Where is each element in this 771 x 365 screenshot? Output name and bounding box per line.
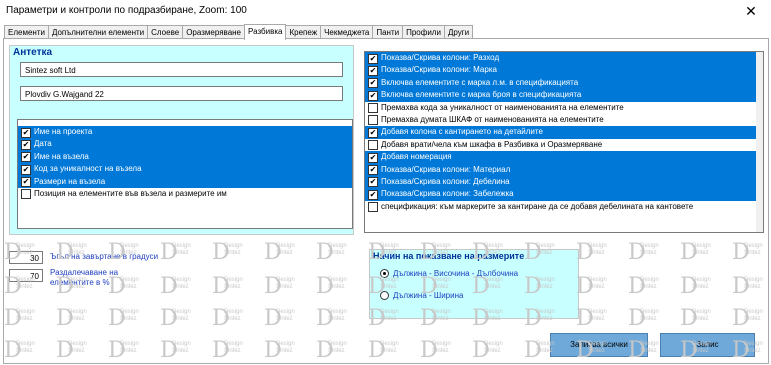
tab-2[interactable]: Слоеве (147, 25, 184, 39)
list-item-label: Показва/Скрива колони: Разход (381, 53, 500, 62)
save-button[interactable]: Запис (660, 333, 755, 357)
company-address-field[interactable]: Plovdiv G.Wajgand 22 (20, 86, 343, 101)
list-item[interactable]: ✔ Показва/Скрива колони: Дебелина (365, 175, 763, 189)
checkbox-checked-icon[interactable]: ✔ (21, 127, 31, 138)
angle-label: Ъгъл на завъртане в градуси (50, 252, 159, 261)
tab-strip: Елементи Допълнителни елементи Слоеве Оразм… (4, 24, 474, 40)
spacing-input[interactable]: 70 (9, 269, 43, 282)
list-item[interactable]: ✔ Име на възела (18, 150, 352, 164)
radio-label: Дължина - Височина - Дълбочина (393, 269, 519, 278)
list-item-label: Включва елементите с марка броя в специф… (381, 90, 582, 100)
checkbox-checked-icon[interactable]: ✔ (368, 177, 378, 188)
list-item-label: Премахва кода за уникалност от наименова… (381, 102, 624, 112)
list-item[interactable]: ✔ Показва/Скрива колони: Марка (365, 64, 763, 77)
list-item[interactable]: ✔ Размери на възела (18, 175, 352, 188)
checkbox-checked-icon[interactable]: ✔ (21, 139, 31, 150)
list-item-label: Добавя врати/чела към шкафа в Разбивка и… (381, 139, 603, 149)
list-item[interactable]: Добавя врати/чела към шкафа в Разбивка и… (365, 139, 763, 151)
list-item[interactable]: Премахва думата ШКАФ от наименованията н… (365, 114, 763, 126)
antetka-header: Антетка (13, 47, 53, 58)
list-item-label: Име на възела (34, 151, 89, 161)
checkbox-checked-icon[interactable]: ✔ (368, 152, 378, 163)
title-bar: Параметри и контроли по подразбиране, Zo… (0, 0, 771, 22)
list-item-label: спецификация: към маркерите за кантиране… (381, 201, 694, 211)
company-name-field[interactable]: Sintez soft Ltd (20, 62, 343, 77)
tab-4[interactable]: Разбивка (244, 24, 287, 40)
list-item-label: Показва/Скрива колони: Забележка (381, 189, 514, 199)
checkbox-checked-icon[interactable]: ✔ (21, 177, 31, 188)
antetka-list[interactable]: ✔ Име на проекта ✔ Дата ✔ Име на възела ✔ Код з… (17, 119, 353, 229)
save-all-button[interactable]: Записва всички (550, 333, 648, 357)
radio-label: Дължина - Ширина (393, 291, 464, 300)
radio-length-width[interactable]: Дължина - Ширина (380, 291, 464, 301)
list-item-label: Размери на възела (34, 176, 106, 186)
list-item-label: Включва елементите с марка л.м. в специф… (381, 77, 579, 87)
angle-input[interactable]: 30 (9, 251, 43, 264)
list-item-label: Показва/Скрива колони: Марка (381, 65, 497, 75)
tab-8[interactable]: Профили (402, 25, 445, 39)
size-display-header: Начин на показване на размерите (373, 251, 525, 261)
size-display-frame: Начин на показване на размерите Дължина … (369, 249, 579, 319)
list-item-label: Позиция на елементите във възела и разме… (34, 188, 227, 198)
list-item-label: Показва/Скрива колони: Дебелина (381, 176, 510, 186)
radio-length-height-depth[interactable]: Дължина - Височина - Дълбочина (380, 269, 519, 279)
list-item[interactable]: Премахва кода за уникалност от наименова… (365, 102, 763, 114)
list-item[interactable]: ✔ Добавя колона с кантирането на детайлит… (365, 126, 763, 139)
list-item-label: Дата (34, 139, 52, 149)
list-item[interactable]: ✔ Дата (18, 138, 352, 151)
tab-1[interactable]: Допълнителни елементи (47, 25, 149, 39)
list-item-label: Добавя номерация (381, 152, 452, 162)
checkbox-unchecked-icon[interactable] (21, 189, 31, 200)
tab-9[interactable]: Други (443, 25, 474, 39)
checkbox-checked-icon[interactable]: ✔ (368, 90, 378, 101)
tab-7[interactable]: Панти (372, 25, 404, 39)
list-item[interactable]: ✔ Включва елементите с марка л.м. в специ… (365, 76, 763, 90)
checkbox-checked-icon[interactable]: ✔ (368, 53, 378, 64)
options-list-scrollbar[interactable] (756, 52, 763, 232)
list-item[interactable]: ✔ Показва/Скрива колони: Забележка (365, 188, 763, 201)
checkbox-checked-icon[interactable]: ✔ (368, 78, 378, 89)
list-item[interactable]: ✔ Включва елементите с марка броя в специ… (365, 89, 763, 102)
list-item-label: Премахва думата ШКАФ от наименованията н… (381, 114, 604, 124)
checkbox-checked-icon[interactable]: ✔ (368, 65, 378, 76)
list-item[interactable]: ✔ Код за уникалност на възела (18, 163, 352, 176)
list-item-label: Име на проекта (34, 127, 93, 136)
checkbox-checked-icon[interactable]: ✔ (368, 165, 378, 176)
tab-3[interactable]: Оразмеряване (182, 25, 246, 39)
list-item[interactable]: ✔ Име на проекта (18, 126, 352, 139)
list-item[interactable]: ✔ Показва/Скрива колони: Материал (365, 163, 763, 176)
window-title: Параметри и контроли по подразбиране, Zo… (6, 5, 247, 16)
checkbox-checked-icon[interactable]: ✔ (368, 127, 378, 138)
radio-dot-icon (380, 291, 389, 301)
checkbox-unchecked-icon[interactable] (368, 115, 378, 126)
tab-5[interactable]: Крепеж (285, 25, 322, 39)
radio-dot-icon (380, 269, 389, 279)
list-item-label: Код за уникалност на възела (34, 164, 142, 174)
list-item-label: Показва/Скрива колони: Материал (381, 164, 511, 174)
tab-0[interactable]: Елементи (4, 25, 49, 39)
checkbox-checked-icon[interactable]: ✔ (21, 152, 31, 163)
options-list[interactable]: ✔ Показва/Скрива колони: Разход ✔ Показва/С… (364, 51, 764, 233)
tab-panel-razbivka: Антетка Sintez soft Ltd Plovdiv G.Wajgan… (3, 38, 769, 364)
list-item[interactable]: спецификация: към маркерите за кантиране… (365, 201, 763, 213)
list-item[interactable]: ✔ Добавя номерация (365, 151, 763, 164)
checkbox-unchecked-icon[interactable] (368, 140, 378, 151)
close-icon[interactable]: ✕ (731, 0, 771, 22)
checkbox-unchecked-icon[interactable] (368, 103, 378, 114)
antetka-frame: Антетка Sintez soft Ltd Plovdiv G.Wajgan… (9, 45, 354, 235)
list-item[interactable]: Позиция на елементите във възела и разме… (18, 188, 352, 200)
tab-6[interactable]: Чекмеджета (320, 25, 374, 39)
checkbox-checked-icon[interactable]: ✔ (21, 164, 31, 175)
checkbox-checked-icon[interactable]: ✔ (368, 189, 378, 200)
spacing-label: Раздалечаване на елементите в % (50, 268, 119, 287)
list-item[interactable]: ✔ Показва/Скрива колони: Разход (365, 52, 763, 65)
checkbox-unchecked-icon[interactable] (368, 202, 378, 213)
list-item-label: Добавя колона с кантирането на детайлите (381, 127, 543, 137)
